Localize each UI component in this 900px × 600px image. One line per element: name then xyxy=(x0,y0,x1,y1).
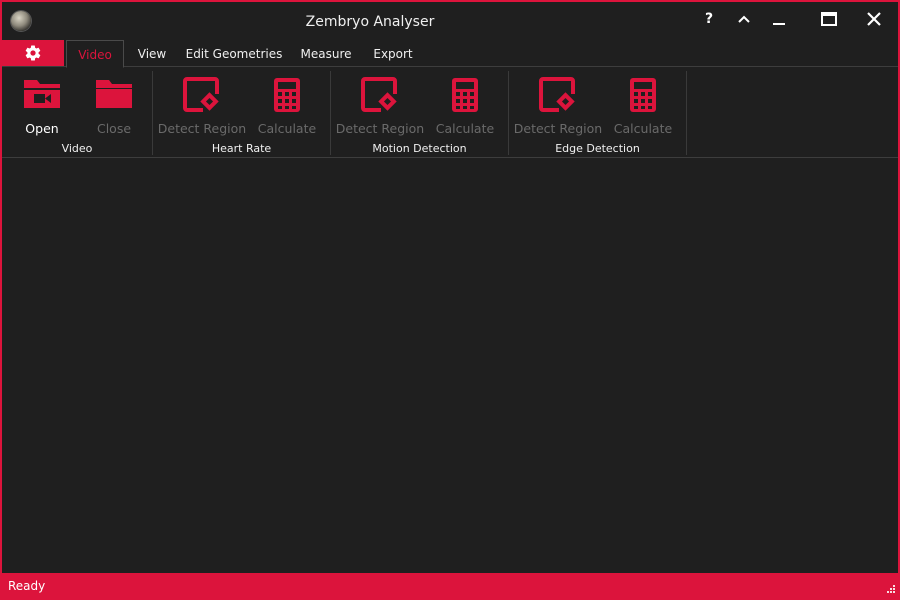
video-canvas-area[interactable] xyxy=(2,158,898,573)
close-icon xyxy=(867,12,881,26)
close-video-button[interactable]: Close xyxy=(84,71,144,139)
calculator-icon xyxy=(452,78,478,112)
group-video: Open Close Video xyxy=(2,71,152,157)
open-label: Open xyxy=(25,121,59,136)
settings-tab[interactable] xyxy=(2,40,64,66)
detect-region-label: Detect Region xyxy=(335,121,425,136)
tab-edit-geometries[interactable]: Edit Geometries xyxy=(182,40,286,66)
app-window: Zembryo Analyser ? Video View Edit Geome… xyxy=(0,0,900,600)
title-bar[interactable]: Zembryo Analyser ? xyxy=(2,2,898,40)
tab-view[interactable]: View xyxy=(130,40,174,66)
motion-detect-region-button[interactable]: Detect Region xyxy=(333,71,427,139)
group-separator xyxy=(686,71,687,155)
group-heart-rate: Detect Region Calculate Heart Rate xyxy=(153,71,330,157)
edge-detect-region-button[interactable]: Detect Region xyxy=(511,71,605,139)
group-label-motion-detection: Motion Detection xyxy=(372,142,467,155)
calculate-label: Calculate xyxy=(257,121,317,136)
help-button[interactable]: ? xyxy=(692,4,726,34)
maximize-button[interactable] xyxy=(812,4,846,34)
tab-video[interactable]: Video xyxy=(66,40,124,68)
open-video-button[interactable]: Open xyxy=(12,71,72,139)
tab-measure[interactable]: Measure xyxy=(294,40,358,66)
collapse-ribbon-button[interactable] xyxy=(727,4,761,34)
group-label-edge-detection: Edge Detection xyxy=(555,142,640,155)
video-folder-icon xyxy=(24,80,60,108)
detect-region-icon xyxy=(361,77,397,112)
detect-region-icon xyxy=(539,77,575,112)
question-mark-icon: ? xyxy=(704,11,714,27)
gear-icon xyxy=(25,45,41,61)
calculate-label: Calculate xyxy=(613,121,673,136)
motion-calculate-button[interactable]: Calculate xyxy=(433,71,497,139)
calculator-icon xyxy=(630,78,656,112)
resize-grip-icon[interactable] xyxy=(885,585,895,595)
detect-region-icon xyxy=(183,77,219,112)
group-label-heart-rate: Heart Rate xyxy=(211,142,272,155)
detect-region-label: Detect Region xyxy=(157,121,247,136)
folder-icon xyxy=(96,80,132,108)
close-button[interactable] xyxy=(857,4,891,34)
minimize-button[interactable] xyxy=(762,4,796,34)
ribbon: Open Close Video Detect Region Calculate… xyxy=(2,67,898,158)
ribbon-tabs: Video View Edit Geometries Measure Expor… xyxy=(2,40,898,68)
calculate-label: Calculate xyxy=(435,121,495,136)
status-text: Ready xyxy=(8,579,46,593)
maximize-icon xyxy=(821,12,837,26)
detect-region-label: Detect Region xyxy=(513,121,603,136)
edge-calculate-button[interactable]: Calculate xyxy=(611,71,675,139)
close-label: Close xyxy=(96,121,132,136)
group-edge-detection: Detect Region Calculate Edge Detection xyxy=(509,71,686,157)
group-label-video: Video xyxy=(61,142,93,155)
group-motion-detection: Detect Region Calculate Motion Detection xyxy=(331,71,508,157)
calculator-icon xyxy=(274,78,300,112)
chevron-up-icon xyxy=(738,15,750,23)
status-bar: Ready xyxy=(2,573,898,598)
window-title: Zembryo Analyser xyxy=(305,14,435,30)
tab-export[interactable]: Export xyxy=(366,40,420,66)
heart-rate-detect-region-button[interactable]: Detect Region xyxy=(155,71,249,139)
minimize-icon xyxy=(773,23,785,25)
heart-rate-calculate-button[interactable]: Calculate xyxy=(255,71,319,139)
